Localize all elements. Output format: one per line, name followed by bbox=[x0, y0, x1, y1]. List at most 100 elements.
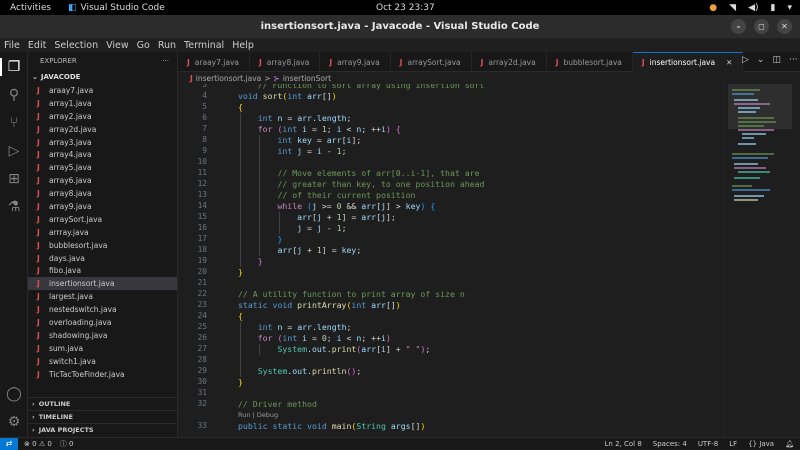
file-item[interactable]: Jaraay7.java bbox=[28, 84, 177, 97]
java-file-icon: J bbox=[37, 266, 40, 276]
activities-button[interactable]: Activities bbox=[10, 3, 51, 13]
menu-terminal[interactable]: Terminal bbox=[184, 40, 224, 51]
file-item[interactable]: Jinsertionsort.java bbox=[28, 277, 177, 291]
outline-section[interactable]: › OUTLINE bbox=[28, 397, 178, 410]
menu-go[interactable]: Go bbox=[137, 40, 150, 51]
line-number: 10 bbox=[197, 157, 207, 166]
more-actions-icon[interactable]: ··· bbox=[789, 55, 798, 65]
system-tray[interactable]: ● ◥ ◀) ▮ ▾ bbox=[709, 3, 792, 13]
code-line: static void printArray(int arr[]) bbox=[238, 300, 401, 310]
cursor-position[interactable]: Ln 2, Col 8 bbox=[605, 440, 642, 448]
file-item[interactable]: Jarray5.java bbox=[28, 161, 177, 174]
breadcrumb-file[interactable]: insertionsort.java bbox=[196, 74, 261, 83]
file-item[interactable]: Jarray8.java bbox=[28, 187, 177, 200]
remote-icon[interactable]: ⇄ bbox=[0, 437, 18, 450]
app-menu[interactable]: ◧ Visual Studio Code bbox=[68, 3, 165, 13]
info-indicator[interactable]: ⓘ 0 bbox=[60, 439, 74, 449]
file-item[interactable]: Jnestedswitch.java bbox=[28, 303, 177, 316]
tab-arraysort[interactable]: JarraySort.java bbox=[391, 52, 472, 72]
more-actions-icon[interactable]: ··· bbox=[162, 57, 169, 65]
minimize-button[interactable]: – bbox=[731, 19, 746, 34]
minimap[interactable] bbox=[723, 84, 800, 437]
file-item[interactable]: Jswitch1.java bbox=[28, 355, 177, 368]
file-item[interactable]: Jarray4.java bbox=[28, 148, 177, 161]
indent-guide bbox=[259, 344, 260, 355]
java-projects-section[interactable]: › JAVA PROJECTS bbox=[28, 423, 178, 436]
clock[interactable]: Oct 23 23:37 bbox=[376, 3, 435, 13]
encoding[interactable]: UTF-8 bbox=[698, 440, 718, 448]
file-label: array1.java bbox=[49, 98, 92, 108]
extensions-icon[interactable]: ⊞ bbox=[5, 170, 23, 188]
run-dropdown-icon[interactable]: ⌄ bbox=[757, 55, 765, 65]
line-number: 27 bbox=[197, 344, 207, 353]
section-label: TIMELINE bbox=[38, 413, 73, 421]
project-folder[interactable]: ⌄ JAVACODE bbox=[28, 70, 177, 84]
tab-array2d[interactable]: Jarray2d.java bbox=[472, 52, 547, 72]
chrome-icon[interactable]: ● bbox=[709, 3, 717, 13]
breadcrumb-symbol[interactable]: insertionSort bbox=[283, 74, 331, 83]
tab-array9[interactable]: Jarray9.java bbox=[320, 52, 391, 72]
file-item[interactable]: Jarray1.java bbox=[28, 97, 177, 110]
indent-guide bbox=[279, 212, 280, 234]
end-of-line[interactable]: LF bbox=[729, 440, 737, 448]
tab-array8[interactable]: Jarray8.java bbox=[250, 52, 321, 72]
settings-gear-icon[interactable]: ⚙ bbox=[5, 413, 23, 431]
file-item[interactable]: Jarray9.java bbox=[28, 200, 177, 213]
source-control-icon[interactable]: ⑂ bbox=[5, 114, 23, 132]
menu-selection[interactable]: Selection bbox=[54, 40, 98, 51]
file-item[interactable]: Jlargest.java bbox=[28, 290, 177, 303]
menu-run[interactable]: Run bbox=[158, 40, 176, 51]
problems-indicator[interactable]: ⊗ 0 ⚠ 0 bbox=[24, 440, 52, 448]
timeline-section[interactable]: › TIMELINE bbox=[28, 410, 178, 423]
tab-insertionsort[interactable]: Jinsertionsort.java ✕ bbox=[632, 52, 744, 72]
file-label: shadowing.java bbox=[49, 330, 108, 340]
file-item[interactable]: Jsum.java bbox=[28, 342, 177, 355]
power-menu-icon[interactable]: ▾ bbox=[787, 3, 792, 13]
menu-help[interactable]: Help bbox=[232, 40, 254, 51]
line-number: 4 bbox=[202, 91, 207, 100]
menu-edit[interactable]: Edit bbox=[28, 40, 46, 51]
accounts-icon[interactable]: ◯ bbox=[5, 385, 23, 403]
code-editor[interactable]: 3 4 5 6 7 8 9 10 11 12 13 14 15 16 17 18 19 20 21 22 23 24 25 2… bbox=[178, 84, 723, 437]
line-number: 22 bbox=[197, 289, 207, 298]
file-item[interactable]: Jarray6.java bbox=[28, 174, 177, 187]
menu-view[interactable]: View bbox=[106, 40, 129, 51]
code-line: int j = i - 1; bbox=[277, 146, 347, 156]
line-number: 30 bbox=[197, 377, 207, 386]
codelens-run-debug[interactable]: Run | Debug bbox=[238, 411, 278, 419]
file-item[interactable]: Jdays.java bbox=[28, 252, 177, 265]
file-item[interactable]: J TicTacToeFinder.java bbox=[28, 368, 177, 381]
file-item[interactable]: Joverloading.java bbox=[28, 316, 177, 329]
split-editor-icon[interactable]: ◫ bbox=[772, 55, 781, 65]
testing-icon[interactable]: ⚗ bbox=[5, 198, 23, 216]
java-file-icon: J bbox=[37, 163, 40, 173]
tab-araay7[interactable]: Jaraay7.java bbox=[178, 52, 250, 72]
notifications-bell-icon[interactable]: 🔔︎ bbox=[785, 440, 794, 448]
close-button[interactable]: ✕ bbox=[777, 19, 792, 34]
file-label: array8.java bbox=[49, 189, 92, 199]
code-line: for (int i = 1; i < n; ++i) { bbox=[257, 124, 401, 134]
file-item[interactable]: Jarray2.java bbox=[28, 110, 177, 123]
file-item[interactable]: Jarray3.java bbox=[28, 136, 177, 149]
window-title: insertionsort.java - Javacode - Visual S… bbox=[260, 21, 540, 32]
run-debug-icon[interactable]: ▷ bbox=[5, 142, 23, 160]
file-label: bubblesort.java bbox=[49, 240, 108, 250]
chevron-right-icon: › bbox=[32, 400, 35, 408]
file-item[interactable]: Jarrray.java bbox=[28, 226, 177, 239]
language-mode[interactable]: {} Java bbox=[748, 440, 774, 448]
code-area[interactable]: // Function to sort array using insertio… bbox=[238, 84, 718, 437]
file-item[interactable]: Jarray2d.java bbox=[28, 123, 177, 136]
search-icon[interactable]: ⚲ bbox=[5, 86, 23, 104]
system-top-bar: Activities ◧ Visual Studio Code Oct 23 2… bbox=[0, 0, 800, 15]
maximize-button[interactable]: ◻ bbox=[754, 19, 769, 34]
indentation[interactable]: Spaces: 4 bbox=[653, 440, 687, 448]
explorer-icon[interactable]: ❐ bbox=[0, 58, 26, 76]
file-item[interactable]: Jbubblesort.java bbox=[28, 239, 177, 252]
menu-file[interactable]: File bbox=[4, 40, 20, 51]
file-item[interactable]: JarraySort.java bbox=[28, 213, 177, 226]
close-tab-icon[interactable]: ✕ bbox=[726, 58, 732, 67]
run-icon[interactable]: ▷ bbox=[742, 55, 749, 65]
tab-bubblesort[interactable]: Jbubblesort.java bbox=[547, 52, 633, 72]
file-item[interactable]: Jshadowing.java bbox=[28, 329, 177, 342]
file-item[interactable]: Jfibo.java bbox=[28, 264, 177, 277]
